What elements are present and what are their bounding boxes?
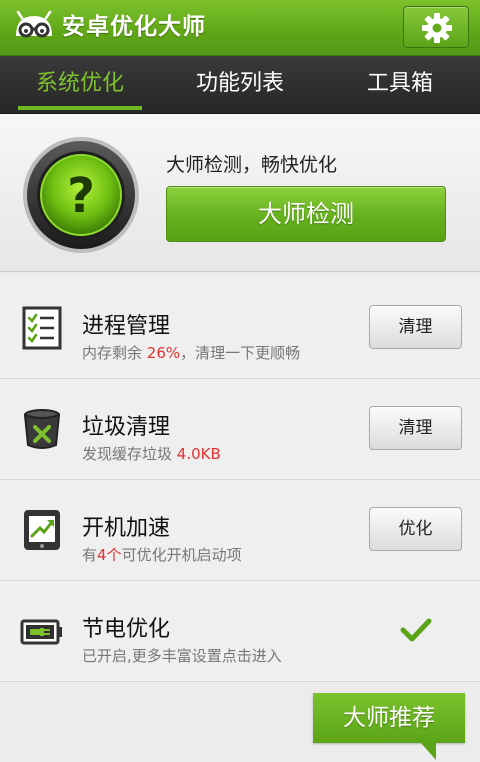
- subtitle-text: 可优化开机启动项: [121, 546, 242, 564]
- item-title: 垃圾清理: [82, 415, 171, 440]
- item-subtitle: 内存剩余 26%，清理一下更顺畅: [82, 342, 300, 363]
- clean-junk-button[interactable]: 清理: [369, 406, 462, 450]
- master-recommend-button[interactable]: 大师推荐: [313, 693, 465, 743]
- list-item-boot-speedup[interactable]: 开机加速 有4个可优化开机启动项 优化: [0, 480, 480, 581]
- check-tagline: 大师检测，畅快优化: [166, 154, 338, 176]
- android-glasses-logo-icon: [16, 10, 52, 38]
- question-mark-icon[interactable]: ?: [22, 136, 140, 254]
- clean-process-button[interactable]: 清理: [369, 305, 462, 349]
- settings-button[interactable]: [403, 6, 469, 48]
- tab-system-optimize[interactable]: 系统优化: [0, 56, 160, 112]
- subtitle-text: 已开启,更多丰富设置点击进入: [82, 647, 282, 665]
- list-item-junk-clean[interactable]: 垃圾清理 发现缓存垃圾 4.0KB 清理: [0, 379, 480, 480]
- subtitle-text: 发现缓存垃圾: [82, 445, 177, 463]
- active-tab-indicator: [18, 106, 142, 110]
- startup-count: 4个: [97, 546, 122, 564]
- title-bar: 安卓优化大师: [0, 0, 480, 56]
- list-item-power-saving[interactable]: 节电优化 已开启,更多丰富设置点击进入: [0, 581, 480, 682]
- item-title: 进程管理: [82, 314, 171, 339]
- phone-boost-icon: [24, 510, 60, 550]
- checkmark-icon: [400, 618, 432, 642]
- item-subtitle: 发现缓存垃圾 4.0KB: [82, 443, 221, 464]
- checklist-icon: [22, 306, 62, 350]
- item-subtitle: 已开启,更多丰富设置点击进入: [82, 645, 282, 666]
- junk-size: 4.0KB: [176, 445, 221, 463]
- check-panel: ? 大师检测，畅快优化 大师检测: [0, 114, 480, 272]
- list-item-process-manage[interactable]: 进程管理 内存剩余 26%，清理一下更顺畅 清理: [0, 278, 480, 379]
- master-check-button[interactable]: 大师检测: [166, 186, 446, 242]
- optimize-boot-button[interactable]: 优化: [369, 507, 462, 551]
- tab-bar: 系统优化 功能列表 工具箱: [0, 56, 480, 114]
- recommend-badge-tail: [420, 742, 436, 760]
- gear-icon: [422, 13, 452, 43]
- trash-can-icon: [23, 409, 61, 449]
- app-title: 安卓优化大师: [62, 14, 206, 40]
- tab-toolbox[interactable]: 工具箱: [320, 56, 480, 112]
- tab-feature-list[interactable]: 功能列表: [160, 56, 320, 112]
- battery-plug-icon: [20, 619, 62, 645]
- subtitle-text: 内存剩余: [82, 344, 147, 362]
- item-subtitle: 有4个可优化开机启动项: [82, 544, 242, 565]
- svg-text:?: ?: [67, 168, 95, 224]
- item-title: 开机加速: [82, 516, 171, 541]
- subtitle-text: ，清理一下更顺畅: [180, 344, 301, 362]
- memory-percent: 26%: [146, 344, 181, 362]
- item-title: 节电优化: [82, 617, 171, 642]
- subtitle-text: 有: [82, 546, 98, 564]
